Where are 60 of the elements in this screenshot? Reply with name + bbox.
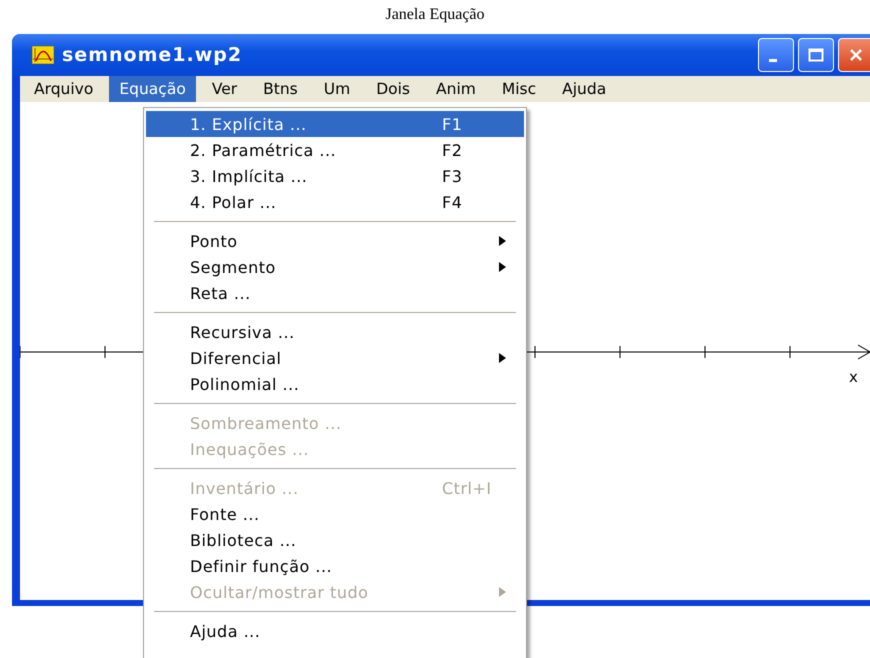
submenu-arrow-icon	[499, 262, 506, 272]
option-label: 3. Implícita ...	[190, 166, 308, 186]
menu-option[interactable]: 1. Explícita ... F1	[146, 111, 524, 137]
shortcut-label: Ctrl+I	[442, 478, 492, 498]
option-label: Recursiva ...	[190, 322, 295, 342]
submenu-arrow-icon	[499, 236, 506, 246]
menu-option[interactable]: 4. Polar ... F4	[146, 189, 524, 215]
close-button[interactable]	[838, 38, 870, 72]
menu-item[interactable]: Dois	[366, 76, 420, 102]
shortcut-label: F2	[442, 140, 462, 160]
maximize-button[interactable]	[798, 38, 834, 72]
menu-option[interactable]: Definir função ...	[146, 553, 524, 579]
menu-option[interactable]: Recursiva ...	[146, 319, 524, 345]
option-label: 2. Paramétrica ...	[190, 140, 336, 160]
option-label: Segmento	[190, 258, 276, 276]
menu-option[interactable]: Biblioteca ...	[146, 527, 524, 553]
menu-option[interactable]: Reta ...	[146, 280, 524, 306]
window-title: semnome1.wp2	[62, 44, 242, 66]
close-icon	[849, 48, 863, 62]
option-label: Biblioteca ...	[190, 530, 296, 550]
axis-label: x	[849, 368, 858, 386]
minimize-button[interactable]	[758, 38, 794, 72]
option-label: Sombreamento ...	[190, 414, 342, 432]
menu-option[interactable]: Polinomial ...	[146, 371, 524, 397]
option-label: Inventário ...	[190, 478, 299, 498]
menu-item[interactable]: Ajuda	[552, 76, 616, 102]
option-label: Ponto	[190, 232, 238, 250]
maximize-icon	[808, 48, 824, 62]
option-label: Reta ...	[190, 284, 251, 302]
option-label: Ocultar/mostrar tudo	[190, 582, 368, 602]
menu-item[interactable]: Equação	[109, 76, 196, 102]
graph-icon	[32, 46, 54, 64]
menu-item[interactable]: Ver	[202, 76, 248, 102]
menu-option[interactable]: 2. Paramétrica ... F2	[146, 137, 524, 163]
option-label: Ajuda ...	[190, 622, 260, 640]
option-label: Polinomial ...	[190, 374, 300, 394]
option-label: 4. Polar ...	[190, 192, 276, 212]
menu-item[interactable]: Anim	[426, 76, 486, 102]
menu-option[interactable]: Ponto	[146, 228, 524, 254]
menu-option[interactable]: 3. Implícita ... F3	[146, 163, 524, 189]
menu-item[interactable]: Btns	[253, 76, 308, 102]
menu-option[interactable]: Diferencial	[146, 345, 524, 371]
minimize-icon	[769, 58, 777, 62]
figure-caption: Janela Equação	[384, 5, 486, 25]
menu-item[interactable]: Arquivo	[24, 76, 104, 102]
option-label: Fonte ...	[190, 504, 260, 524]
submenu-arrow-icon	[499, 587, 506, 597]
menu-option[interactable]: Ajuda ...	[146, 618, 524, 644]
shortcut-label: F3	[442, 166, 462, 186]
option-label: Definir função ...	[190, 556, 332, 576]
menu-option[interactable]: Fonte ...	[146, 501, 524, 527]
shortcut-label: F1	[442, 114, 462, 134]
option-label: Diferencial	[190, 348, 282, 368]
option-label: Inequações ...	[190, 440, 309, 458]
submenu-arrow-icon	[499, 353, 506, 363]
menu-item[interactable]: Misc	[492, 76, 546, 102]
shortcut-label: F4	[442, 192, 462, 212]
menu-item[interactable]: Um	[314, 76, 360, 102]
option-label: 1. Explícita ...	[190, 114, 307, 134]
menu-option[interactable]: Segmento	[146, 254, 524, 280]
